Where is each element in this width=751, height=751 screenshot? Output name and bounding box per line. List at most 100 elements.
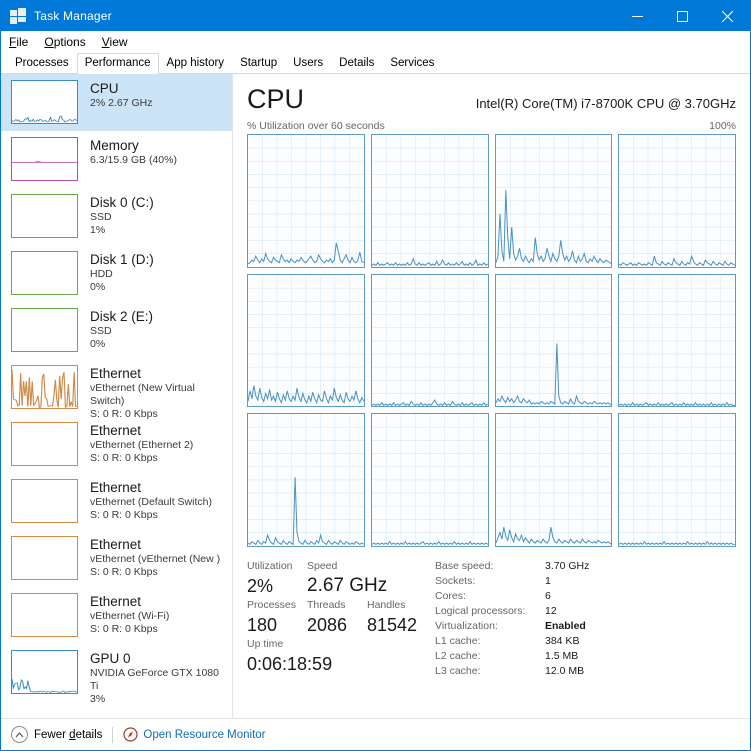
spec-row-1: Sockets: 1	[435, 574, 589, 589]
tab-startup[interactable]: Startup	[232, 53, 285, 73]
utilization-field: Utilization 2%	[247, 559, 307, 598]
sidebar-text-8: Ethernet vEthernet (vEthernet (New ) S: 0 …	[90, 536, 220, 579]
sidebar-item-ethernet-5[interactable]: Ethernet vEthernet (New Virtual Switch) S:…	[1, 359, 232, 420]
sidebar-item-title: Ethernet	[90, 423, 142, 438]
tab-processes[interactable]: Processes	[7, 53, 77, 73]
spec-value: 6	[545, 590, 551, 602]
sidebar-item-disk-2-e-4[interactable]: Disk 2 (E:) SSD 0%	[1, 302, 232, 359]
threads-value: 2086	[307, 615, 348, 635]
spec-label: Virtualization:	[435, 620, 498, 632]
sidebar-item-gpu-0-10[interactable]: GPU 0 NVIDIA GeForce GTX 1080 Ti 3%	[1, 644, 232, 705]
sidebar-item-detail: 3%	[90, 693, 106, 705]
sidebar-item-subtitle: vEthernet (New Virtual Switch)	[90, 382, 195, 407]
cpu-core-graph-3[interactable]	[618, 134, 736, 268]
spec-row-4: Virtualization: Enabled	[435, 619, 589, 634]
handles-value: 81542	[367, 615, 418, 635]
sidebar-item-ethernet-6[interactable]: Ethernet vEthernet (Ethernet 2) S: 0 R: 0 …	[1, 416, 232, 473]
cpu-detail-panel: CPU Intel(R) Core(TM) i7-8700K CPU @ 3.7…	[233, 74, 750, 718]
open-resource-monitor-link[interactable]: Open Resource Monitor	[143, 729, 265, 741]
cpu-core-graph-9[interactable]	[370, 413, 489, 547]
sidebar-item-subtitle: vEthernet (Default Switch)	[90, 496, 212, 508]
cpu-core-graph-2[interactable]	[494, 134, 613, 268]
task-manager-window: Task Manager File Options View Processes…	[0, 0, 751, 751]
stats-row-2: Processes 180 Threads 2086 Handles 81542	[247, 598, 427, 637]
sidebar-item-title: Memory	[90, 138, 139, 153]
tab-app-history[interactable]: App history	[159, 53, 233, 73]
sidebar-item-detail: S: 0 R: 0 Kbps	[90, 566, 158, 578]
sidebar-item-title: Disk 0 (C:)	[90, 195, 154, 210]
sidebar-item-title: Ethernet	[90, 366, 142, 381]
cpu-core-graph-1[interactable]	[370, 134, 489, 268]
spec-value: 12.0 MB	[545, 665, 585, 677]
tab-performance[interactable]: Performance	[76, 53, 159, 74]
sidebar-item-detail: S: 0 R: 0 Kbps	[90, 509, 158, 521]
status-divider	[112, 726, 114, 743]
cpu-core-graph-10[interactable]	[494, 413, 613, 547]
sidebar-thumbnail-7	[11, 479, 78, 523]
cpu-core-graph-4[interactable]	[247, 273, 365, 408]
cpu-core-graph-7[interactable]	[618, 273, 736, 408]
uptime-label: Up time	[247, 638, 284, 650]
spec-value: 3.70 GHz	[545, 560, 590, 572]
spec-row-6: L2 cache: 1.5 MB	[435, 649, 589, 664]
graph-caption-row: % Utilization over 60 seconds 100%	[247, 120, 736, 132]
cpu-core-graph-11[interactable]	[618, 413, 736, 547]
spec-row-2: Cores: 6	[435, 589, 589, 604]
sidebar-item-ethernet-7[interactable]: Ethernet vEthernet (Default Switch) S: 0 R…	[1, 473, 232, 530]
sidebar-item-detail: 0%	[90, 338, 106, 350]
tab-users[interactable]: Users	[285, 53, 331, 73]
close-button[interactable]	[705, 1, 750, 31]
spec-label: L1 cache:	[435, 635, 481, 647]
sidebar-item-disk-0-c-2[interactable]: Disk 0 (C:) SSD 1%	[1, 188, 232, 245]
task-manager-icon	[10, 8, 26, 24]
sidebar-item-memory-1[interactable]: Memory 6.3/15.9 GB (40%)	[1, 131, 232, 188]
speed-label: Speed	[307, 560, 338, 572]
cpu-core-graph-0[interactable]	[247, 134, 365, 268]
sidebar-item-ethernet-8[interactable]: Ethernet vEthernet (vEthernet (New ) S: 0 …	[1, 530, 232, 587]
logical-processor-grid[interactable]	[247, 134, 736, 547]
spec-label: L3 cache:	[435, 665, 481, 677]
tab-details[interactable]: Details	[331, 53, 382, 73]
resource-sidebar[interactable]: CPU 2% 2.67 GHz Memory 6.3/15.9 GB (40%) Dis…	[1, 74, 233, 718]
sidebar-text-5: Ethernet vEthernet (New Virtual Switch) S:…	[90, 365, 226, 421]
sidebar-item-title: CPU	[90, 81, 119, 96]
sidebar-item-disk-1-d-3[interactable]: Disk 1 (D:) HDD 0%	[1, 245, 232, 302]
sidebar-item-title: Disk 1 (D:)	[90, 252, 154, 267]
sidebar-item-subtitle: vEthernet (Wi-Fi)	[90, 610, 170, 622]
sidebar-thumbnail-1	[11, 137, 78, 181]
sidebar-item-subtitle: SSD	[90, 325, 112, 337]
minimize-button[interactable]	[615, 1, 660, 31]
sidebar-item-subtitle: NVIDIA GeForce GTX 1080 Ti	[90, 667, 219, 692]
sidebar-item-detail: S: 0 R: 0 Kbps	[90, 623, 158, 635]
sidebar-item-title: Ethernet	[90, 480, 142, 495]
menu-file[interactable]: File	[9, 35, 28, 49]
menu-options[interactable]: Options	[44, 35, 85, 49]
spec-row-3: Logical processors: 12	[435, 604, 589, 619]
sidebar-item-title: Disk 2 (E:)	[90, 309, 154, 324]
maximize-button[interactable]	[660, 1, 705, 31]
sidebar-item-title: Ethernet	[90, 594, 142, 609]
sidebar-thumbnail-4	[11, 308, 78, 352]
spec-value: 1.5 MB	[545, 650, 579, 662]
sidebar-item-subtitle: 6.3/15.9 GB (40%)	[90, 154, 177, 166]
sidebar-item-cpu-0[interactable]: CPU 2% 2.67 GHz	[1, 74, 232, 131]
cpu-core-graph-6[interactable]	[494, 273, 613, 408]
spec-label: Base speed:	[435, 560, 494, 572]
sidebar-item-subtitle: 2% 2.67 GHz	[90, 97, 153, 109]
sidebar-item-detail: 0%	[90, 281, 106, 293]
sidebar-item-subtitle: SSD	[90, 211, 112, 223]
fewer-details-button[interactable]: Fewer details	[34, 729, 102, 741]
tab-services[interactable]: Services	[382, 53, 442, 73]
spec-value: 384 KB	[545, 635, 580, 647]
cpu-core-graph-5[interactable]	[370, 273, 489, 408]
threads-label: Threads	[307, 599, 346, 611]
cpu-core-graph-8[interactable]	[247, 413, 365, 547]
menu-view[interactable]: View	[102, 35, 128, 49]
status-bar: Fewer details Open Resource Monitor	[1, 718, 750, 750]
spec-value: Enabled	[545, 620, 586, 632]
sidebar-item-ethernet-9[interactable]: Ethernet vEthernet (Wi-Fi) S: 0 R: 0 Kbps	[1, 587, 232, 644]
cpu-model-label: Intel(R) Core(TM) i7-8700K CPU @ 3.70GHz	[475, 96, 736, 111]
chevron-up-icon[interactable]	[11, 726, 28, 743]
spec-row-7: L3 cache: 12.0 MB	[435, 664, 589, 679]
handles-field: Handles 81542	[367, 598, 427, 637]
